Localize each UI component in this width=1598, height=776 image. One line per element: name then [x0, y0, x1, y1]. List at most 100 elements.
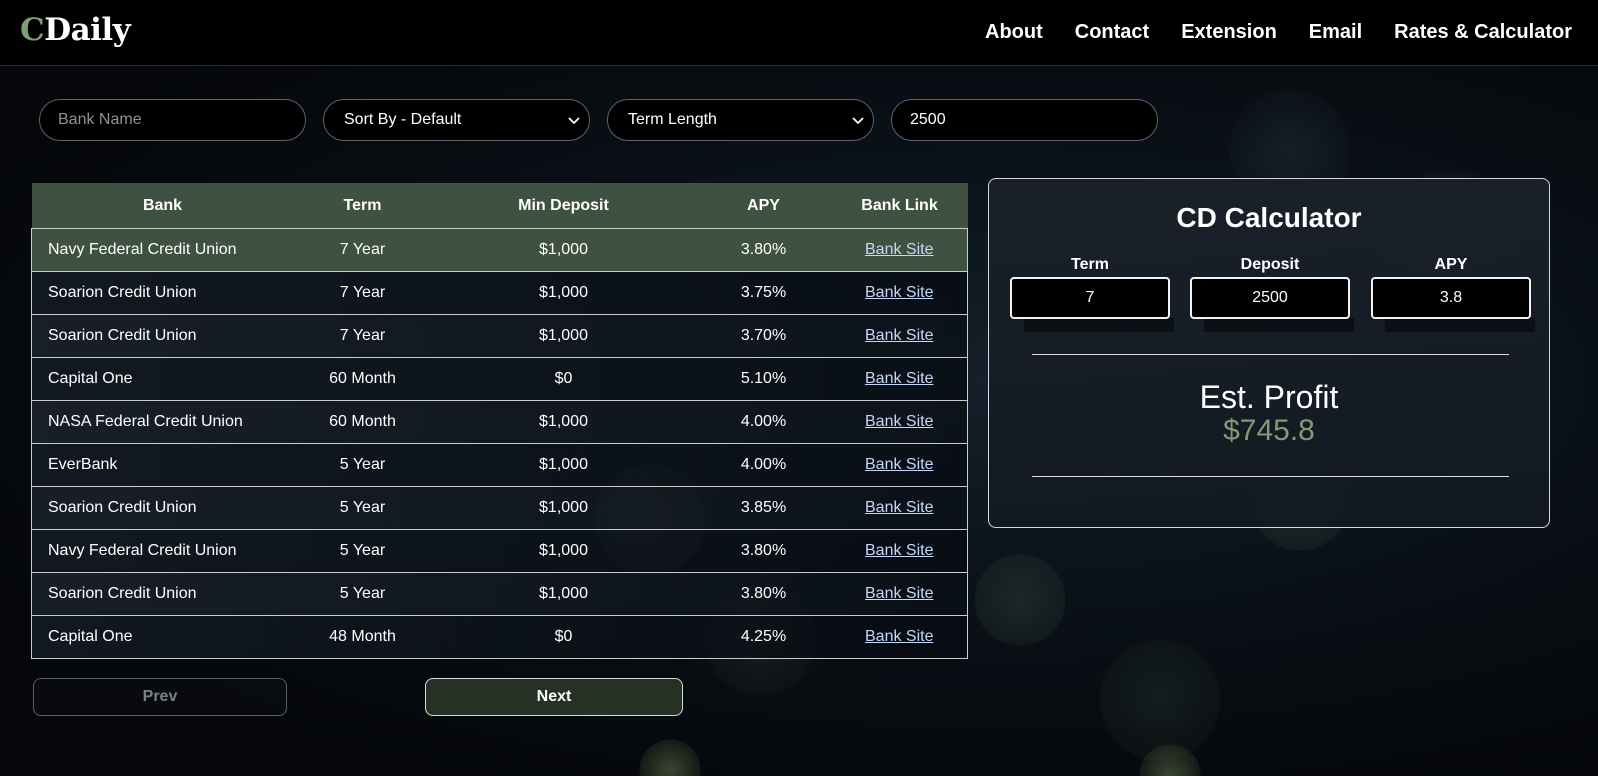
calc-deposit-group: Deposit 2500	[1190, 256, 1354, 332]
cell-apy: 3.75%	[695, 271, 832, 315]
cell-bank-link: Bank Site	[831, 400, 968, 444]
cell-apy: 3.85%	[695, 486, 832, 530]
nav-email[interactable]: Email	[1309, 21, 1362, 44]
cell-min-deposit: $1,000	[431, 271, 696, 315]
cell-term: 5 Year	[293, 486, 432, 530]
column-header-bank[interactable]: Bank	[32, 183, 294, 229]
nav-contact[interactable]: Contact	[1075, 21, 1149, 44]
cell-bank: Capital One	[31, 357, 294, 401]
table-row[interactable]: Capital One 48 Month $0 4.25% Bank Site	[31, 615, 968, 659]
table-row[interactable]: Navy Federal Credit Union 5 Year $1,000 …	[31, 529, 968, 573]
cell-min-deposit: $1,000	[431, 572, 696, 616]
cell-bank: Soarion Credit Union	[31, 314, 294, 358]
top-nav-bar: CDaily About Contact Extension Email Rat…	[0, 0, 1598, 66]
calc-apy-label: APY	[1434, 256, 1468, 273]
calc-deposit-label: Deposit	[1240, 256, 1300, 273]
calculator-title: CD Calculator	[1176, 202, 1362, 233]
cell-bank: Soarion Credit Union	[31, 572, 294, 616]
cell-min-deposit: $1,000	[431, 228, 696, 272]
calc-deposit-shadow	[1204, 318, 1354, 332]
cell-min-deposit: $1,000	[431, 529, 696, 573]
cell-min-deposit: $1,000	[431, 400, 696, 444]
chevron-down-icon	[568, 117, 580, 125]
cell-min-deposit: $1,000	[431, 486, 696, 530]
logo-accent-letter: C	[20, 12, 45, 48]
cell-bank: Navy Federal Credit Union	[31, 529, 294, 573]
bank-site-link[interactable]: Bank Site	[865, 327, 933, 344]
bank-site-link[interactable]: Bank Site	[865, 542, 933, 559]
cell-term: 5 Year	[293, 443, 432, 487]
main-nav: About Contact Extension Email Rates & Ca…	[985, 0, 1572, 64]
cell-term: 60 Month	[293, 357, 432, 401]
cell-bank-link: Bank Site	[831, 486, 968, 530]
cell-term: 48 Month	[293, 615, 432, 659]
cell-bank: EverBank	[31, 443, 294, 487]
next-button[interactable]: Next	[425, 678, 683, 716]
calc-term-input[interactable]: 7	[1010, 277, 1170, 319]
cell-bank-link: Bank Site	[831, 228, 968, 272]
calc-term-group: Term 7	[1010, 256, 1174, 332]
cell-min-deposit: $0	[431, 357, 696, 401]
est-profit-value: $745.8	[1223, 414, 1315, 447]
table-row[interactable]: Soarion Credit Union 5 Year $1,000 3.80%…	[31, 572, 968, 616]
column-header-term[interactable]: Term	[294, 183, 432, 229]
cell-apy: 5.10%	[695, 357, 832, 401]
bank-site-link[interactable]: Bank Site	[865, 370, 933, 387]
bank-site-link[interactable]: Bank Site	[865, 628, 933, 645]
sort-by-value: Sort By - Default	[344, 111, 462, 128]
filter-bar: Bank Name Sort By - Default Term Length …	[39, 99, 1158, 141]
nav-about[interactable]: About	[985, 21, 1043, 44]
bank-site-link[interactable]: Bank Site	[865, 284, 933, 301]
bank-site-link[interactable]: Bank Site	[865, 499, 933, 516]
table-row[interactable]: NASA Federal Credit Union 60 Month $1,00…	[31, 400, 968, 444]
cell-bank-link: Bank Site	[831, 357, 968, 401]
prev-button[interactable]: Prev	[33, 678, 287, 716]
cell-term: 5 Year	[293, 572, 432, 616]
table-row[interactable]: Capital One 60 Month $0 5.10% Bank Site	[31, 357, 968, 401]
table-row[interactable]: EverBank 5 Year $1,000 4.00% Bank Site	[31, 443, 968, 487]
sort-by-select[interactable]: Sort By - Default	[323, 99, 590, 141]
column-header-apy[interactable]: APY	[696, 183, 832, 229]
cell-bank: Capital One	[31, 615, 294, 659]
table-row[interactable]: Soarion Credit Union 7 Year $1,000 3.70%…	[31, 314, 968, 358]
cell-term: 60 Month	[293, 400, 432, 444]
column-header-min-deposit[interactable]: Min Deposit	[432, 183, 696, 229]
pagination: Prev Next	[33, 678, 693, 718]
divider-bottom	[1032, 476, 1509, 477]
nav-extension[interactable]: Extension	[1181, 21, 1277, 44]
table-row[interactable]: Soarion Credit Union 7 Year $1,000 3.75%…	[31, 271, 968, 315]
logo[interactable]: CDaily	[20, 8, 131, 52]
bank-site-link[interactable]: Bank Site	[865, 585, 933, 602]
calc-apy-input[interactable]: 3.8	[1371, 277, 1531, 319]
cell-apy: 3.70%	[695, 314, 832, 358]
cell-term: 7 Year	[293, 228, 432, 272]
table-row[interactable]: Navy Federal Credit Union 7 Year $1,000 …	[31, 228, 968, 272]
rates-table-container: Bank Term Min Deposit APY Bank Link Navy…	[31, 183, 968, 659]
bank-name-input[interactable]: Bank Name	[39, 99, 306, 141]
nav-rates-calculator[interactable]: Rates & Calculator	[1394, 21, 1572, 44]
cell-apy: 4.00%	[695, 400, 832, 444]
cell-bank: NASA Federal Credit Union	[31, 400, 294, 444]
cell-term: 7 Year	[293, 271, 432, 315]
calc-term-shadow	[1024, 318, 1174, 332]
logo-text: Daily	[44, 12, 131, 48]
deposit-amount-input[interactable]: 2500	[891, 99, 1158, 141]
table-header-row: Bank Term Min Deposit APY Bank Link	[31, 183, 968, 229]
calc-deposit-input[interactable]: 2500	[1190, 277, 1350, 319]
cell-apy: 3.80%	[695, 228, 832, 272]
cell-apy: 4.25%	[695, 615, 832, 659]
bank-site-link[interactable]: Bank Site	[865, 241, 933, 258]
calc-apy-shadow	[1385, 318, 1535, 332]
cd-calculator-panel: CD Calculator Term 7 Deposit 2500 APY 3.…	[988, 178, 1550, 528]
cell-bank-link: Bank Site	[831, 314, 968, 358]
cell-min-deposit: $0	[431, 615, 696, 659]
cell-bank: Soarion Credit Union	[31, 486, 294, 530]
bank-site-link[interactable]: Bank Site	[865, 413, 933, 430]
cell-bank-link: Bank Site	[831, 443, 968, 487]
divider-top	[1032, 354, 1509, 355]
table-row[interactable]: Soarion Credit Union 5 Year $1,000 3.85%…	[31, 486, 968, 530]
cell-min-deposit: $1,000	[431, 314, 696, 358]
cell-bank-link: Bank Site	[831, 529, 968, 573]
bank-site-link[interactable]: Bank Site	[865, 456, 933, 473]
term-length-select[interactable]: Term Length	[607, 99, 874, 141]
